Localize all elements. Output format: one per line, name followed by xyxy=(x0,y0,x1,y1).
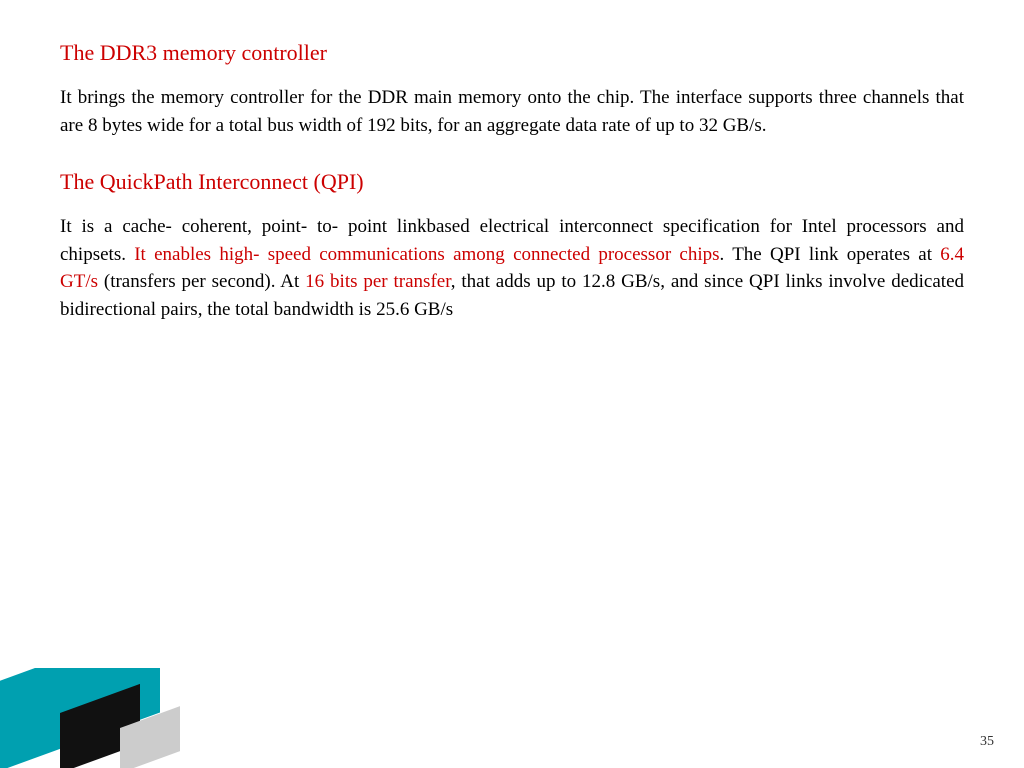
section2-body: It is a cache- coherent, point- to- poin… xyxy=(60,213,964,323)
section1-body: It brings the memory controller for the … xyxy=(60,84,964,139)
section2-title: The QuickPath Interconnect (QPI) xyxy=(60,169,964,195)
bottom-decoration xyxy=(0,668,200,768)
slide: The DDR3 memory controller It brings the… xyxy=(0,0,1024,768)
section2-body-red1: It enables high- speed communications am… xyxy=(134,244,719,265)
slide-number: 35 xyxy=(980,734,994,750)
section1-title: The DDR3 memory controller xyxy=(60,40,964,66)
section2-body-part3: (transfers per second). At xyxy=(98,271,305,292)
section2-body-red3: 16 bits per transfer xyxy=(305,271,451,292)
section2-body-part2: . The QPI link operates at xyxy=(720,244,941,265)
